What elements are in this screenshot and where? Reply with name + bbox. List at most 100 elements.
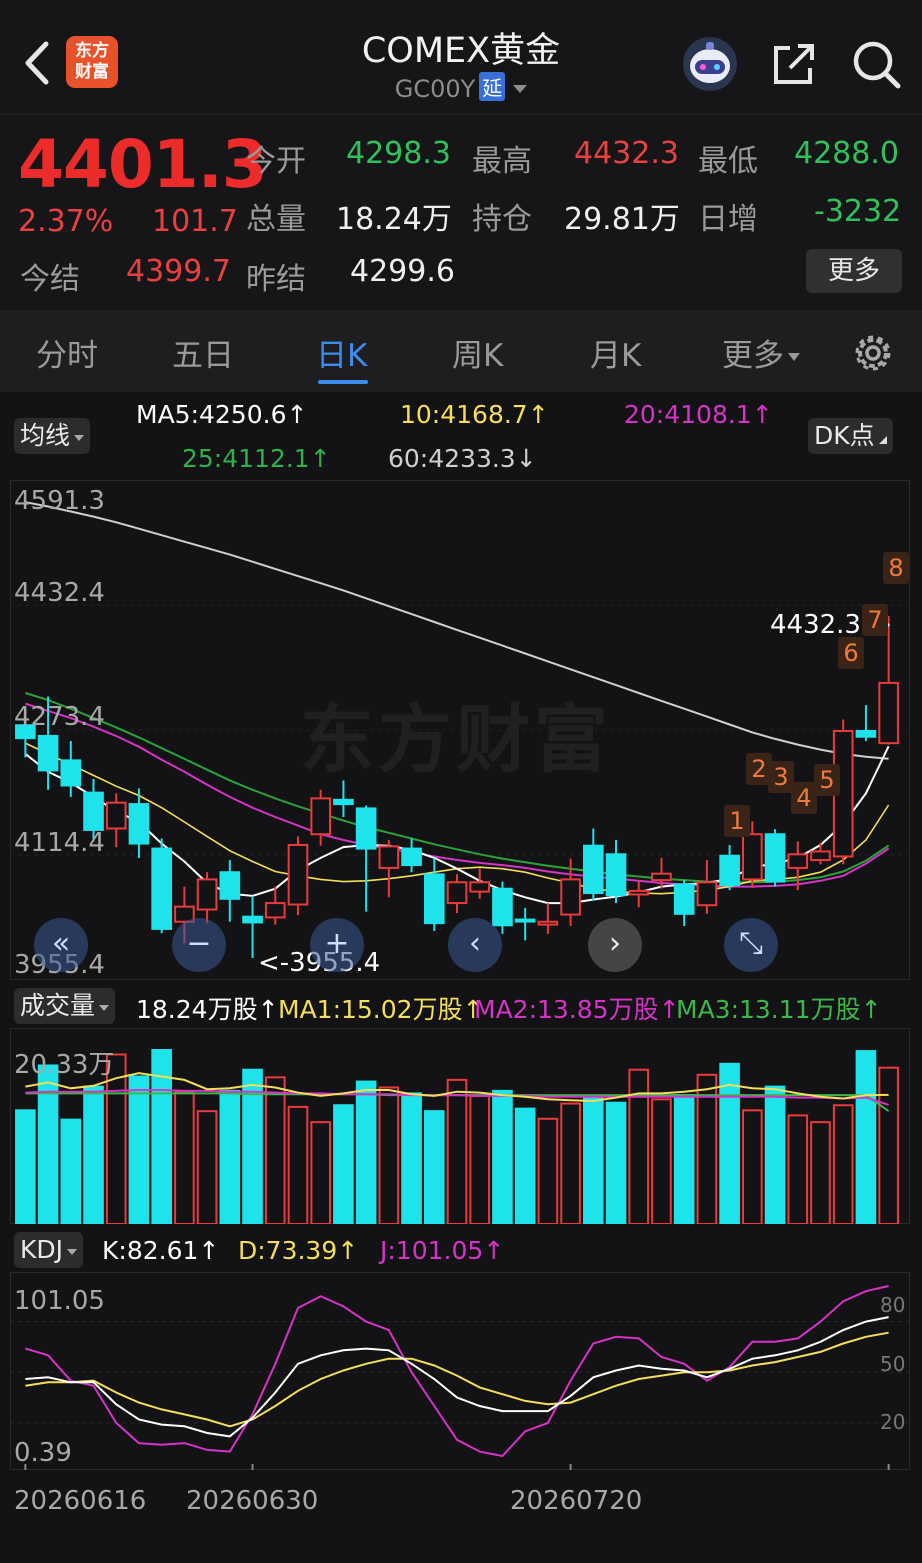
candlestick-chart bbox=[10, 480, 910, 980]
candle-body bbox=[105, 801, 127, 830]
volume-bar bbox=[855, 1050, 877, 1224]
dk-point-6: 6 bbox=[838, 637, 864, 669]
volume-indicator-selector[interactable]: 成交量 bbox=[14, 988, 116, 1024]
candle-body bbox=[242, 915, 263, 924]
candle-body bbox=[719, 854, 740, 887]
candle-body bbox=[37, 734, 59, 772]
ma60-line bbox=[25, 501, 889, 760]
dk-point-label: DK点 bbox=[814, 421, 875, 450]
candle-body bbox=[423, 873, 445, 925]
ma60-legend: 60:4233.3↓ bbox=[388, 444, 537, 473]
ma20-legend: 20:4108.1↑ bbox=[624, 400, 773, 429]
candle-body bbox=[651, 872, 672, 882]
volume-bar bbox=[401, 1092, 422, 1224]
more-quote-button[interactable]: 更多 bbox=[806, 249, 902, 293]
candle-body bbox=[264, 902, 286, 919]
price-tick-2: 4432.4 bbox=[14, 578, 105, 608]
chevron-down-icon bbox=[67, 1249, 78, 1255]
zoom-out-button[interactable]: − bbox=[172, 918, 226, 972]
candle-body bbox=[742, 833, 763, 881]
robot-assistant-icon[interactable] bbox=[682, 36, 738, 92]
price-tick-4: 4114.4 bbox=[14, 828, 105, 858]
chevron-down-icon bbox=[74, 435, 85, 441]
ma5-legend: MA5:4250.6↑ bbox=[136, 400, 308, 429]
volume-bar bbox=[219, 1089, 241, 1224]
active-tab-indicator bbox=[318, 380, 368, 384]
candle-body bbox=[151, 847, 172, 930]
tab-intraday[interactable]: 分时 bbox=[36, 330, 98, 375]
volume-chart bbox=[10, 1028, 910, 1224]
kdj-d-line bbox=[25, 1331, 889, 1428]
candle-body bbox=[605, 853, 627, 897]
volume-bar bbox=[378, 1086, 400, 1224]
kdj-axis-max: 101.05 bbox=[14, 1286, 105, 1316]
chevron-down-icon bbox=[513, 85, 528, 93]
candle-body bbox=[787, 853, 809, 869]
quote-panel: 4401.3 2.37% 101.7 今结 4399.7 今开 4298.3 最… bbox=[0, 116, 922, 310]
date-tick-2: 20260630 bbox=[186, 1486, 319, 1516]
chevron-down-icon bbox=[788, 353, 800, 361]
kdj-level-50: 50 bbox=[880, 1352, 906, 1376]
contract-code: GC00Y bbox=[394, 75, 476, 103]
candle-body bbox=[560, 878, 581, 916]
ma-selector-label: 均线 bbox=[20, 421, 71, 450]
tab-monthly-k[interactable]: 月K bbox=[590, 330, 641, 375]
volume-bar bbox=[651, 1098, 672, 1224]
kdj-indicator-selector[interactable]: KDJ bbox=[14, 1232, 84, 1268]
tab-weekly-k[interactable]: 周K bbox=[452, 330, 503, 375]
price-tick-1: 4591.3 bbox=[14, 486, 105, 516]
fullscreen-icon[interactable]: ⤡ bbox=[724, 918, 778, 972]
volume-bar bbox=[810, 1121, 831, 1224]
corner-triangle-icon bbox=[878, 436, 887, 444]
settle-value: 4399.7 bbox=[126, 254, 231, 289]
scroll-fast-left-button[interactable]: « bbox=[34, 918, 88, 972]
candle-body bbox=[378, 845, 400, 869]
volume-bar bbox=[832, 1104, 854, 1224]
candle-body bbox=[219, 871, 241, 900]
candle-body bbox=[355, 807, 377, 850]
ma10-legend: 10:4168.7↑ bbox=[400, 400, 549, 429]
open-label: 今开 bbox=[246, 144, 306, 179]
volume-bar bbox=[673, 1094, 695, 1224]
volume-bar bbox=[742, 1109, 763, 1224]
volume-legend: 18.24万股↑ bbox=[136, 995, 279, 1024]
high-label: 最高 bbox=[472, 144, 532, 179]
scroll-right-button[interactable]: › bbox=[588, 918, 642, 972]
volume-bar bbox=[514, 1107, 536, 1224]
kdj-selector-label: KDJ bbox=[20, 1235, 64, 1264]
dk-point-toggle[interactable]: DK点 bbox=[808, 418, 893, 454]
candle-body bbox=[196, 878, 218, 911]
candle-body bbox=[582, 844, 604, 895]
zoom-in-button[interactable]: + bbox=[310, 918, 364, 972]
vol-ma1-legend: MA1:15.02万股↑ bbox=[278, 995, 484, 1024]
price-tick-3: 4273.4 bbox=[14, 702, 105, 732]
vol-ma2-legend: MA2:13.85万股↑ bbox=[474, 995, 680, 1024]
candle-body bbox=[492, 887, 513, 927]
volume-bar bbox=[128, 1075, 150, 1224]
volume-bar bbox=[83, 1085, 104, 1224]
candle-body bbox=[673, 883, 695, 915]
open-value: 4298.3 bbox=[346, 136, 451, 171]
volume-bar bbox=[355, 1080, 377, 1224]
volume-selector-label: 成交量 bbox=[20, 991, 96, 1020]
scroll-left-button[interactable]: ‹ bbox=[448, 918, 502, 972]
kdj-j-legend: J:101.05↑ bbox=[380, 1236, 505, 1265]
ma-selector[interactable]: 均线 bbox=[14, 418, 91, 454]
vol-ma3-legend: MA3:13.11万股↑ bbox=[676, 995, 882, 1024]
volume-bar bbox=[764, 1085, 786, 1224]
last-price: 4401.3 bbox=[18, 126, 268, 203]
volume-value: 18.24万 bbox=[336, 202, 452, 237]
tab-more[interactable]: 更多 bbox=[722, 330, 800, 375]
low-value: 4288.0 bbox=[794, 136, 899, 171]
kdj-axis-min: 0.39 bbox=[14, 1438, 72, 1468]
chevron-down-icon bbox=[99, 1005, 110, 1011]
open-interest-label: 持仓 bbox=[472, 202, 532, 237]
gear-icon[interactable] bbox=[850, 330, 896, 376]
high-value: 4432.3 bbox=[574, 136, 679, 171]
settle-label: 今结 bbox=[20, 262, 80, 297]
candle-body bbox=[310, 797, 332, 836]
tab-five-day[interactable]: 五日 bbox=[172, 330, 234, 375]
share-icon[interactable] bbox=[770, 40, 818, 88]
search-icon[interactable] bbox=[850, 38, 902, 90]
tab-daily-k[interactable]: 日K bbox=[316, 330, 367, 375]
